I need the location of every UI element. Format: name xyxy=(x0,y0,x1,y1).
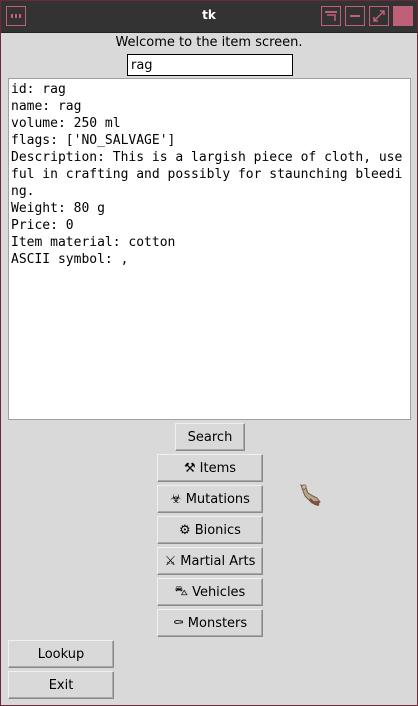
exit-button-label: Exit xyxy=(48,677,74,693)
text-line: id: rag xyxy=(11,82,66,97)
text-line: name: rag xyxy=(11,99,82,114)
vehicles-button[interactable]: ⛍ Vehicles xyxy=(157,578,263,606)
vehicles-button-label: Vehicles xyxy=(192,584,246,600)
hammer-pick-icon: ⚒ xyxy=(183,460,196,476)
search-button-label: Search xyxy=(187,429,233,445)
monsters-button-label: Monsters xyxy=(187,615,248,631)
bionics-button[interactable]: ⚙ Bionics xyxy=(157,516,263,544)
bionics-button-label: Bionics xyxy=(194,522,241,538)
text-line: ful in crafting and possibly for staunch… xyxy=(11,167,403,182)
lookup-button[interactable]: Lookup xyxy=(8,640,114,668)
maximize-icon[interactable] xyxy=(369,6,389,26)
mutations-button[interactable]: ☣ Mutations xyxy=(157,485,263,513)
vehicle-icon: ⛍ xyxy=(174,583,189,599)
items-button[interactable]: ⚒ Items xyxy=(157,454,263,482)
crossed-swords-icon: ⚔ xyxy=(164,553,177,569)
close-icon[interactable] xyxy=(393,6,413,26)
text-line: Item material: cotton xyxy=(11,235,176,250)
items-button-label: Items xyxy=(199,460,237,476)
mutations-button-label: Mutations xyxy=(185,491,250,507)
gear-icon: ⚙ xyxy=(179,522,191,538)
monsters-button[interactable]: ⚰ Monsters xyxy=(157,609,263,637)
creature-sprite-icon xyxy=(295,479,325,509)
text-line: Description: This is a largish piece of … xyxy=(11,150,403,165)
text-line: Price: 0 xyxy=(11,218,74,233)
text-line: flags: ['NO_SALVAGE'] xyxy=(11,133,176,148)
text-line: ng. xyxy=(11,184,35,199)
welcome-label: Welcome to the item screen. xyxy=(115,35,303,50)
app-window: tk Welcome to the item screen. id: rag n… xyxy=(0,0,418,706)
text-line: Weight: 80 g xyxy=(11,201,105,216)
text-line: volume: 250 ml xyxy=(11,116,121,131)
lookup-button-label: Lookup xyxy=(37,646,85,662)
exit-button[interactable]: Exit xyxy=(8,671,114,699)
search-button[interactable]: Search xyxy=(175,423,245,451)
biohazard-icon: ☣ xyxy=(170,491,182,507)
item-details-text[interactable]: id: rag name: rag volume: 250 ml flags: … xyxy=(8,78,411,420)
title-bar[interactable]: tk xyxy=(1,1,417,33)
shade-icon[interactable] xyxy=(321,6,341,26)
martial-arts-button[interactable]: ⚔ Martial Arts xyxy=(157,547,263,575)
text-line: ASCII symbol: , xyxy=(11,252,129,267)
monster-icon: ⚰ xyxy=(172,615,184,631)
minimize-icon[interactable] xyxy=(345,6,365,26)
martial-arts-button-label: Martial Arts xyxy=(180,553,256,569)
main-frame: Welcome to the item screen. id: rag name… xyxy=(7,33,411,699)
search-input[interactable] xyxy=(127,54,293,76)
